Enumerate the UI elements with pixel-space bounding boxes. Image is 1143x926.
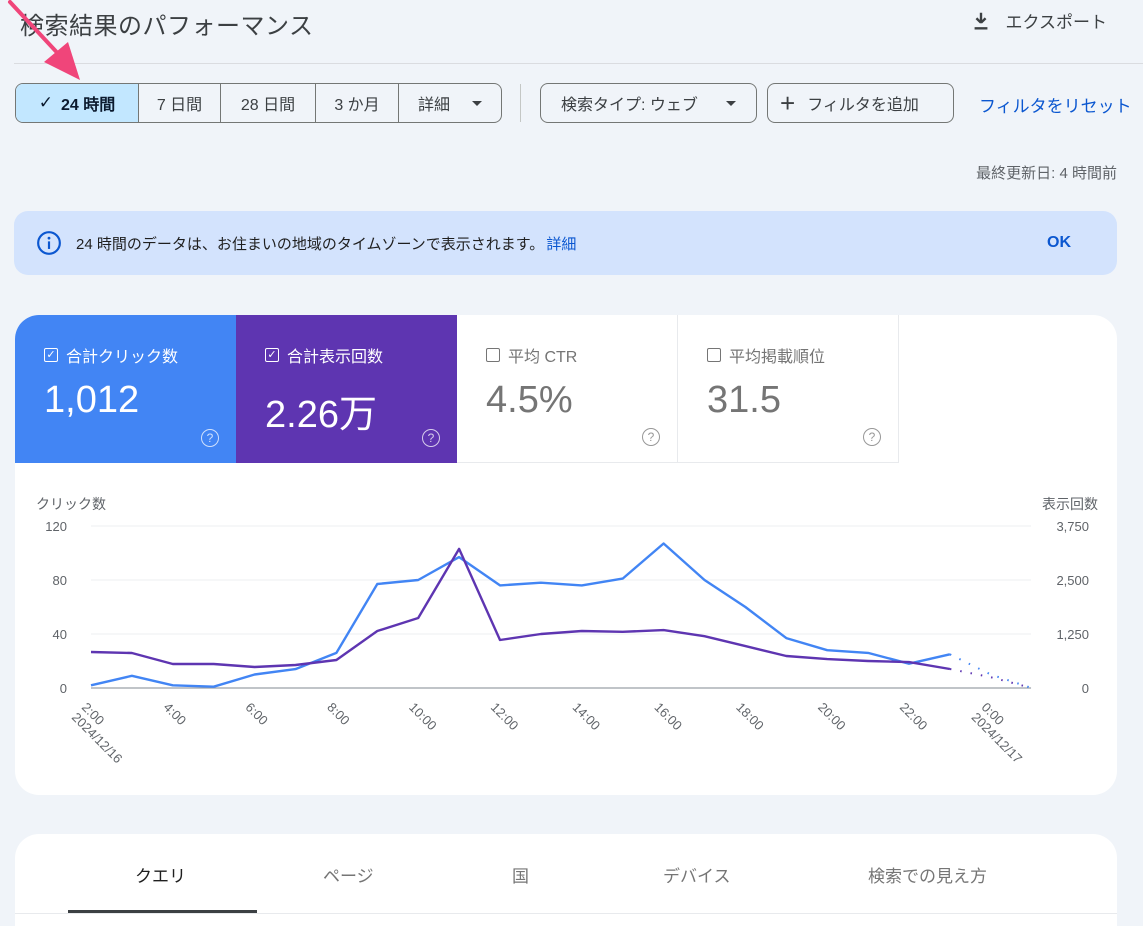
metric-label: 平均 CTR bbox=[508, 349, 578, 366]
metric-average-ctr[interactable]: 平均 CTR 4.5% ? bbox=[457, 315, 678, 463]
page-title: 検索結果のパフォーマンス bbox=[20, 13, 314, 40]
date-range-7d-label: 7 日間 bbox=[156, 97, 203, 114]
checkbox-checked-icon[interactable]: ✓ bbox=[44, 348, 58, 362]
right-tick-label: 3,750 bbox=[1056, 519, 1089, 534]
date-range-24h-label: 24 時間 bbox=[61, 97, 116, 114]
clicks-projection-line bbox=[949, 653, 1033, 689]
help-icon[interactable]: ? bbox=[642, 428, 660, 446]
header-divider bbox=[14, 63, 1143, 64]
metric-label: 合計表示回数 bbox=[287, 349, 384, 366]
x-tick-label: 8:00 bbox=[324, 700, 353, 729]
download-icon bbox=[974, 12, 987, 30]
left-tick-label: 0 bbox=[60, 681, 67, 696]
last-updated-text: 最終更新日: 4 時間前 bbox=[976, 165, 1117, 182]
checkbox-unchecked-icon[interactable] bbox=[707, 348, 721, 362]
metric-label: 合計クリック数 bbox=[66, 349, 179, 366]
caret-down-icon bbox=[726, 100, 736, 106]
timezone-info-banner: 24 時間のデータは、お住まいの地域のタイムゾーンで表示されます。 詳細 OK bbox=[14, 211, 1117, 275]
export-button[interactable]: エクスポート bbox=[970, 8, 1108, 33]
x-tick-label: 18:00 bbox=[733, 700, 767, 734]
search-type-label: 検索タイプ: ウェブ bbox=[561, 97, 698, 114]
impressions-series-line bbox=[90, 547, 951, 671]
date-range-28d[interactable]: 28 日間 bbox=[221, 84, 316, 122]
right-tick-label: 2,500 bbox=[1056, 573, 1089, 588]
date-range-3m-label: 3 か月 bbox=[334, 97, 380, 114]
right-tick-label: 1,250 bbox=[1056, 627, 1089, 642]
tab-queries[interactable]: クエリ bbox=[135, 862, 186, 887]
tabs-divider bbox=[15, 913, 1117, 914]
banner-ok-button[interactable]: OK bbox=[1047, 234, 1071, 252]
left-tick-label: 80 bbox=[53, 573, 67, 588]
reset-filters-link[interactable]: フィルタをリセット bbox=[979, 92, 1132, 117]
help-icon[interactable]: ? bbox=[863, 428, 881, 446]
x-tick-label: 20:00 bbox=[815, 700, 849, 734]
metric-label: 平均掲載順位 bbox=[729, 349, 826, 366]
info-icon bbox=[37, 231, 61, 255]
right-tick-label: 0 bbox=[1082, 681, 1089, 696]
date-range-24h[interactable]: ✓ 24 時間 bbox=[16, 84, 139, 122]
date-range-3m[interactable]: 3 か月 bbox=[316, 84, 399, 122]
checkbox-unchecked-icon[interactable] bbox=[486, 348, 500, 362]
add-filter-label: フィルタを追加 bbox=[807, 97, 919, 114]
tab-countries[interactable]: 国 bbox=[512, 862, 529, 887]
date-range-more-label: 詳細 bbox=[417, 97, 450, 114]
metric-value: 31.5 bbox=[707, 379, 781, 421]
x-tick-label: 16:00 bbox=[651, 700, 685, 734]
x-tick-label: 4:00 bbox=[161, 700, 190, 729]
metric-value: 4.5% bbox=[486, 379, 573, 421]
help-icon[interactable]: ? bbox=[201, 429, 219, 447]
tab-devices[interactable]: デバイス bbox=[663, 862, 731, 887]
left-tick-label: 120 bbox=[45, 519, 67, 534]
export-label: エクスポート bbox=[1005, 13, 1108, 32]
left-tick-label: 40 bbox=[53, 627, 67, 642]
x-tick-label: 12:00 bbox=[488, 700, 522, 734]
date-range-28d-label: 28 日間 bbox=[240, 97, 296, 114]
x-tick-label: 6:00 bbox=[242, 700, 271, 729]
date-range-7d[interactable]: 7 日間 bbox=[139, 84, 221, 122]
impressions-projection-line bbox=[949, 668, 1032, 689]
dimension-tabs-card: クエリ ページ 国 デバイス 検索での見え方 bbox=[15, 834, 1117, 926]
left-axis-title: クリック数 bbox=[36, 496, 106, 512]
date-range-selector: ✓ 24 時間 7 日間 28 日間 3 か月 詳細 bbox=[15, 83, 502, 123]
check-icon: ✓ bbox=[38, 93, 53, 112]
plus-icon: + bbox=[780, 88, 796, 118]
performance-line-chart: クリック数 表示回数 0 40 80 120 0 1,250 2,500 3,750 2:00 202… bbox=[15, 463, 1117, 795]
checkbox-checked-icon[interactable]: ✓ bbox=[265, 348, 279, 362]
add-filter-button[interactable]: + フィルタを追加 bbox=[767, 83, 954, 123]
metric-average-position[interactable]: 平均掲載順位 31.5 ? bbox=[678, 315, 899, 463]
caret-down-icon bbox=[472, 100, 482, 106]
toolbar-divider bbox=[520, 84, 521, 122]
tab-pages[interactable]: ページ bbox=[323, 862, 374, 887]
banner-learn-more-link[interactable]: 詳細 bbox=[546, 233, 576, 254]
x-tick-label: 10:00 bbox=[406, 700, 440, 734]
metric-total-clicks[interactable]: ✓ 合計クリック数 1,012 ? bbox=[15, 315, 236, 463]
date-range-more-dropdown[interactable]: 詳細 bbox=[399, 84, 501, 122]
x-tick-label: 22:00 bbox=[897, 700, 931, 734]
x-tick-label: 14:00 bbox=[570, 700, 604, 734]
metric-value: 1,012 bbox=[44, 379, 140, 421]
help-icon[interactable]: ? bbox=[422, 429, 440, 447]
chart-svg: クリック数 表示回数0408012001,2502,5003,7502:00202… bbox=[36, 496, 1098, 766]
performance-chart-card: ✓ 合計クリック数 1,012 ? ✓ 合計表示回数 2.26万 ? 平均 CTR … bbox=[15, 315, 1117, 795]
banner-message: 24 時間のデータは、お住まいの地域のタイムゾーンで表示されます。 bbox=[76, 235, 545, 253]
metric-tiles: ✓ 合計クリック数 1,012 ? ✓ 合計表示回数 2.26万 ? 平均 CTR … bbox=[15, 315, 899, 463]
right-axis-title: 表示回数 bbox=[1042, 496, 1098, 512]
search-type-dropdown[interactable]: 検索タイプ: ウェブ bbox=[540, 83, 757, 123]
metric-total-impressions[interactable]: ✓ 合計表示回数 2.26万 ? bbox=[236, 315, 457, 463]
tab-search-appearance[interactable]: 検索での見え方 bbox=[868, 862, 987, 887]
